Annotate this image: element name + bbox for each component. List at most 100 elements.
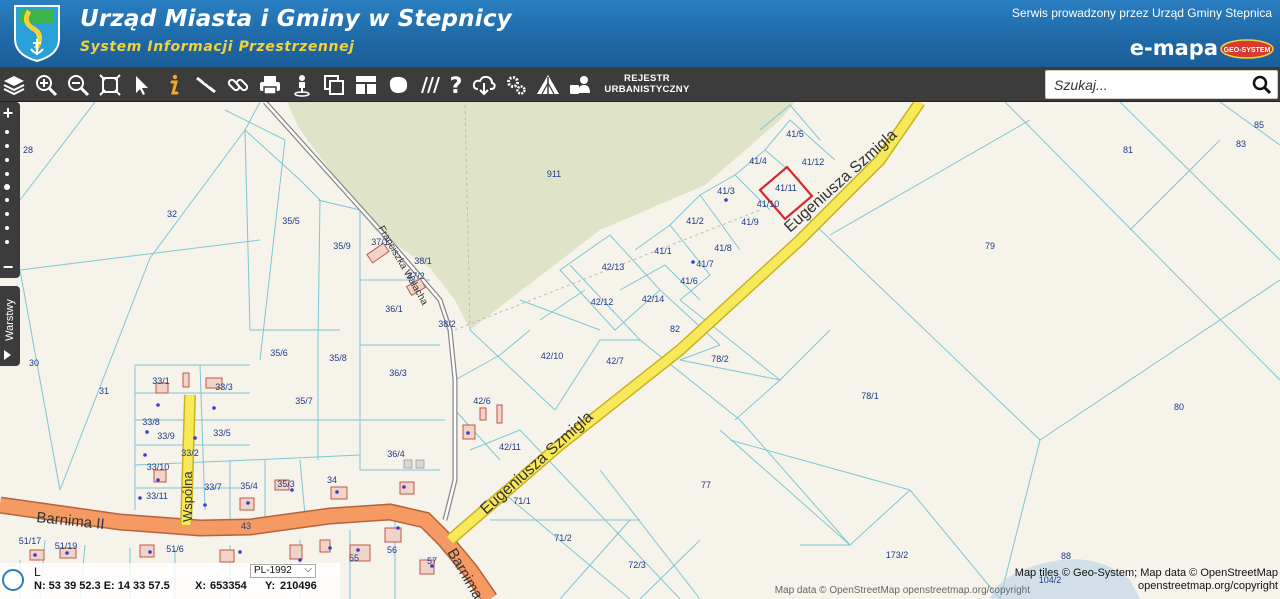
zoom-level-dot[interactable]: [5, 172, 9, 176]
coat-of-arms-icon: [14, 5, 60, 63]
parcel-label: 38/2: [438, 319, 456, 329]
copy-icon[interactable]: [320, 71, 348, 99]
crs-value: PL-1992: [254, 565, 292, 576]
parcel-label: 33/5: [213, 428, 231, 438]
search-box: [1045, 70, 1278, 99]
warning-icon[interactable]: [534, 71, 562, 99]
rejestr-label-1: REJESTR: [624, 73, 670, 84]
osm-link[interactable]: openstreetmap.org/copyright: [1138, 580, 1278, 592]
app-window: Urząd Miasta i Gminy w Stepnicy System I…: [0, 0, 1280, 599]
parcel-label: 35/5: [282, 216, 300, 226]
parcel-label: 38/1: [414, 256, 432, 266]
rejestr-label-2: URBANISTYCZNY: [604, 84, 690, 95]
x-label: X:: [195, 580, 206, 592]
parcel-label: 72/3: [628, 560, 646, 570]
location-icon[interactable]: [2, 569, 24, 591]
zoom-level-dot[interactable]: [5, 158, 9, 162]
user-group-icon[interactable]: [566, 71, 594, 99]
parcel-label: 79: [985, 241, 995, 251]
parcel-label: 41/8: [714, 243, 732, 253]
layers-panel-tab[interactable]: Warstwy: [0, 286, 20, 366]
parcel-label: 55: [349, 553, 359, 563]
parcel-label: 41/9: [741, 217, 759, 227]
outbuildings: [403, 459, 425, 469]
zoom-level-dot[interactable]: [5, 226, 9, 230]
parcel-label: 57: [427, 556, 437, 566]
map-svg: 283235/535/9 37/137/238/191141/541/4 41/12…: [0, 102, 1280, 599]
zoom-level-dot[interactable]: [5, 144, 9, 148]
parcel-label: 33/10: [147, 462, 170, 472]
svg-text:GEO-SYSTEM: GEO-SYSTEM: [1224, 47, 1271, 54]
parcel-label: 42/13: [602, 262, 625, 272]
parcel-label: 173/2: [886, 550, 909, 560]
zoom-level-dot[interactable]: [5, 212, 9, 216]
parcel-label: 33/1: [152, 376, 170, 386]
zoom-level-dot[interactable]: [5, 130, 9, 134]
print-icon[interactable]: [256, 71, 284, 99]
search-icon[interactable]: [1252, 75, 1272, 95]
header: Urząd Miasta i Gminy w Stepnicy System I…: [0, 0, 1280, 67]
info-icon[interactable]: [160, 71, 188, 99]
parcel-label: 82: [670, 324, 680, 334]
parcel-label: 71/2: [554, 533, 572, 543]
help-icon[interactable]: ?: [442, 71, 470, 99]
parcel-label: 81: [1123, 145, 1133, 155]
geo-coordinates: N: 53 39 52.3 E: 14 33 57.5: [34, 580, 170, 592]
rejestr-urbanistyczny-button[interactable]: REJESTR URBANISTYCZNY: [604, 73, 690, 95]
map-canvas[interactable]: 28 32 35/5 35/9 37/1 37/2 38/1 911 41/5 41/4 41/12…: [0, 102, 1280, 599]
parcel-label: 41/10: [757, 199, 780, 209]
shape-icon[interactable]: [384, 71, 412, 99]
crs-select[interactable]: PL-1992 ⌵: [250, 564, 316, 578]
parcel-label: 42/6: [473, 396, 491, 406]
full-extent-icon[interactable]: [96, 71, 124, 99]
parcel-label: 71/1: [513, 496, 531, 506]
parcel-label: 33/11: [146, 491, 168, 501]
osm-attribution: Map data © OpenStreetMap openstreetmap.o…: [774, 585, 1030, 596]
street-view-icon[interactable]: [288, 71, 316, 99]
layers-tab-label: Warstwy: [4, 299, 16, 341]
parcel-label: 41/2: [686, 216, 704, 226]
parcel-label: 35/3: [277, 479, 295, 489]
search-input[interactable]: [1054, 75, 1249, 95]
zoom-out-button[interactable]: −: [0, 258, 16, 276]
geo-system-logo: GEO-SYSTEM: [1220, 39, 1274, 59]
zoom-level-dot[interactable]: [5, 198, 9, 202]
parcel-label: 42/11: [499, 442, 521, 452]
measure-icon[interactable]: [192, 71, 220, 99]
parcel-label: 85: [1254, 120, 1264, 130]
parcel-label: 32: [167, 209, 177, 219]
parcel-label: 33/9: [157, 431, 175, 441]
hatch-icon[interactable]: [416, 71, 444, 99]
parcel-label: 42/10: [541, 351, 564, 361]
zoom-level-dot[interactable]: [5, 240, 9, 244]
parcel-label: 78/2: [711, 354, 729, 364]
street-label-eugeniusza-szmigla-1: Eugeniusza Szmigla: [477, 408, 596, 518]
zoom-in-icon[interactable]: [32, 71, 60, 99]
x-value: 653354: [210, 580, 247, 592]
cloud-download-icon[interactable]: [470, 71, 498, 99]
zoom-in-button[interactable]: +: [0, 104, 16, 122]
parcel-label: 28: [23, 145, 33, 155]
y-value: 210496: [280, 580, 317, 592]
zoom-level-current[interactable]: [4, 184, 10, 190]
pointer-icon[interactable]: [128, 71, 156, 99]
parcel-label: 41/12: [802, 157, 825, 167]
parcel-label: 56: [387, 545, 397, 555]
layers-icon[interactable]: [0, 71, 28, 99]
coordinate-status-bar: L PL-1992 ⌵ N: 53 39 52.3 E: 14 33 57.5 X…: [0, 563, 340, 599]
parcel-label: 51/17: [19, 536, 42, 546]
svg-text:?: ?: [450, 74, 463, 97]
parcel-label: 33/3: [215, 382, 233, 392]
parcel-label: 83: [1236, 139, 1246, 149]
link-icon[interactable]: [224, 71, 252, 99]
zoom-out-icon[interactable]: [64, 71, 92, 99]
parcel-label: 34: [327, 475, 337, 485]
zoom-control: + −: [0, 102, 20, 278]
parcel-label: 41/4: [749, 156, 767, 166]
layout-icon[interactable]: [352, 71, 380, 99]
status-line-1: L: [34, 565, 41, 579]
parcel-label: 30: [29, 358, 39, 368]
parcel-label: 42/12: [591, 297, 614, 307]
settings-icon[interactable]: [502, 71, 530, 99]
y-label: Y:: [265, 580, 276, 592]
